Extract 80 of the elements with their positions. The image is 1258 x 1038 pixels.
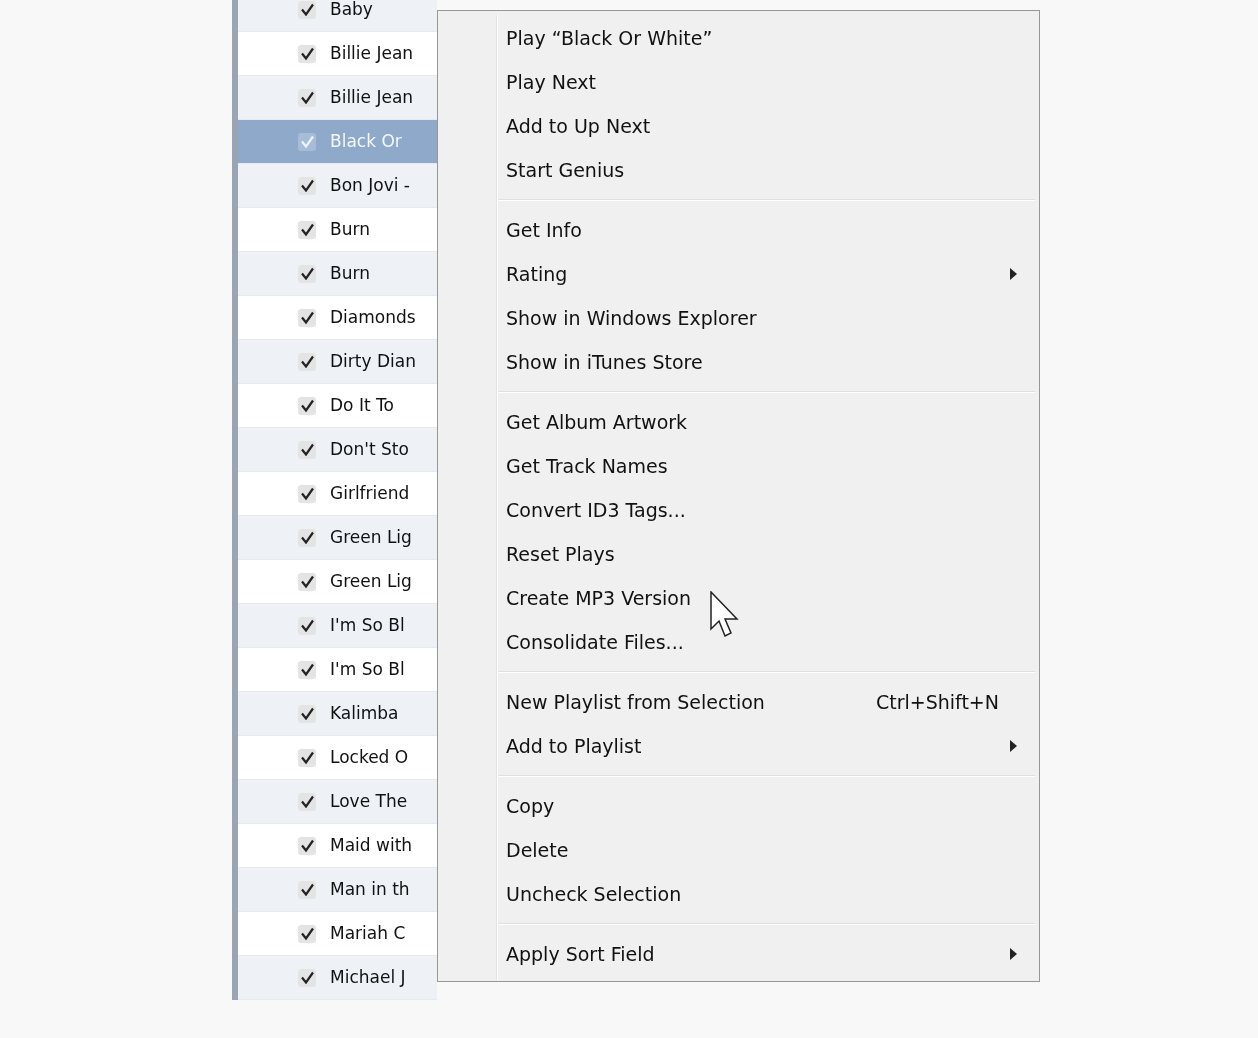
track-title: Girlfriend [330,481,410,505]
checkbox[interactable] [298,440,316,459]
track-title: Green Lig [330,525,412,549]
checkbox[interactable] [298,352,316,371]
checkbox[interactable] [298,88,316,107]
track-row[interactable]: Billie Jean [238,76,437,120]
track-title: Burn [330,217,370,241]
menu-item[interactable]: Uncheck Selection [441,872,1035,916]
track-row[interactable]: Burn [238,252,437,296]
menu-item[interactable]: Copy [441,784,1035,828]
track-title: Michael J [330,965,406,989]
checkbox[interactable] [298,44,316,63]
checkbox[interactable] [298,220,316,239]
track-title: Man in th [330,877,410,901]
track-row[interactable]: Love The [238,780,437,824]
menu-item[interactable]: Get Album Artwork [441,400,1035,444]
track-title: Do It To [330,393,394,417]
track-title: Maid with [330,833,413,857]
checkbox[interactable] [298,264,316,283]
checkbox[interactable] [298,792,316,811]
track-row[interactable]: Kalimba [238,692,437,736]
track-title: Kalimba [330,701,399,725]
checkbox[interactable] [298,308,316,327]
track-row[interactable]: Green Lig [238,516,437,560]
checkbox[interactable] [298,572,316,591]
track-title: Burn [330,261,370,285]
menu-item[interactable]: Create MP3 Version [441,576,1035,620]
track-row[interactable]: Don't Sto [238,428,437,472]
menu-item[interactable]: Start Genius [441,148,1035,192]
checkbox[interactable] [298,396,316,415]
shortcut-text: Ctrl+Shift+N [875,689,999,715]
menu-item[interactable]: Show in Windows Explorer [441,296,1035,340]
menu-item[interactable]: Apply Sort Field [441,932,1035,976]
checkbox[interactable] [298,132,316,151]
track-title: Don't Sto [330,437,409,461]
track-title: Green Lig [330,569,412,593]
menu-item[interactable]: Consolidate Files... [441,620,1035,664]
track-title: Billie Jean [330,41,414,65]
checkbox[interactable] [298,748,316,767]
track-title: Dirty Dian [330,349,416,373]
track-row[interactable]: Bon Jovi - [238,164,437,208]
checkbox[interactable] [298,880,316,899]
checkbox[interactable] [298,660,316,679]
track-title: Love The [330,789,408,813]
track-title: Diamonds [330,305,416,329]
track-row[interactable]: Dirty Dian [238,340,437,384]
menu-item[interactable]: Show in iTunes Store [441,340,1035,384]
checkbox[interactable] [298,924,316,943]
track-title: Locked O [330,745,409,769]
track-title: Bon Jovi - [330,173,410,197]
menu-item[interactable]: Reset Plays [441,532,1035,576]
checkbox[interactable] [298,704,316,723]
track-title: Mariah C [330,921,406,945]
checkbox[interactable] [298,968,316,987]
track-title: I'm So Bl [330,657,405,681]
track-row[interactable]: Baby [238,0,437,32]
menu-item[interactable]: Add to Up Next [441,104,1035,148]
menu-item[interactable]: Add to Playlist [441,724,1035,768]
track-title: Baby [330,0,373,21]
track-row[interactable]: I'm So Bl [238,604,437,648]
menu-item[interactable]: Rating [441,252,1035,296]
menu-item[interactable]: Get Info [441,208,1035,252]
menu-item[interactable]: Get Track Names [441,444,1035,488]
track-row[interactable]: Man in th [238,868,437,912]
menu-item[interactable]: Delete [441,828,1035,872]
menu-item[interactable]: New Playlist from Selection Ctrl+Shift+N [441,680,1035,724]
menu-item[interactable]: Play “Black Or White” [441,16,1035,60]
menu-item[interactable]: Convert ID3 Tags... [441,488,1035,532]
checkbox[interactable] [298,484,316,503]
track-title: I'm So Bl [330,613,405,637]
track-title: Billie Jean [330,85,414,109]
checkbox[interactable] [298,176,316,195]
mouse-pointer-icon [710,591,740,639]
menu-item[interactable]: Play Next [441,60,1035,104]
checkbox[interactable] [298,0,316,19]
track-title: Black Or [330,129,402,153]
track-row[interactable]: Michael J [238,956,437,1000]
checkbox[interactable] [298,616,316,635]
checkbox[interactable] [298,836,316,855]
checkbox[interactable] [298,528,316,547]
